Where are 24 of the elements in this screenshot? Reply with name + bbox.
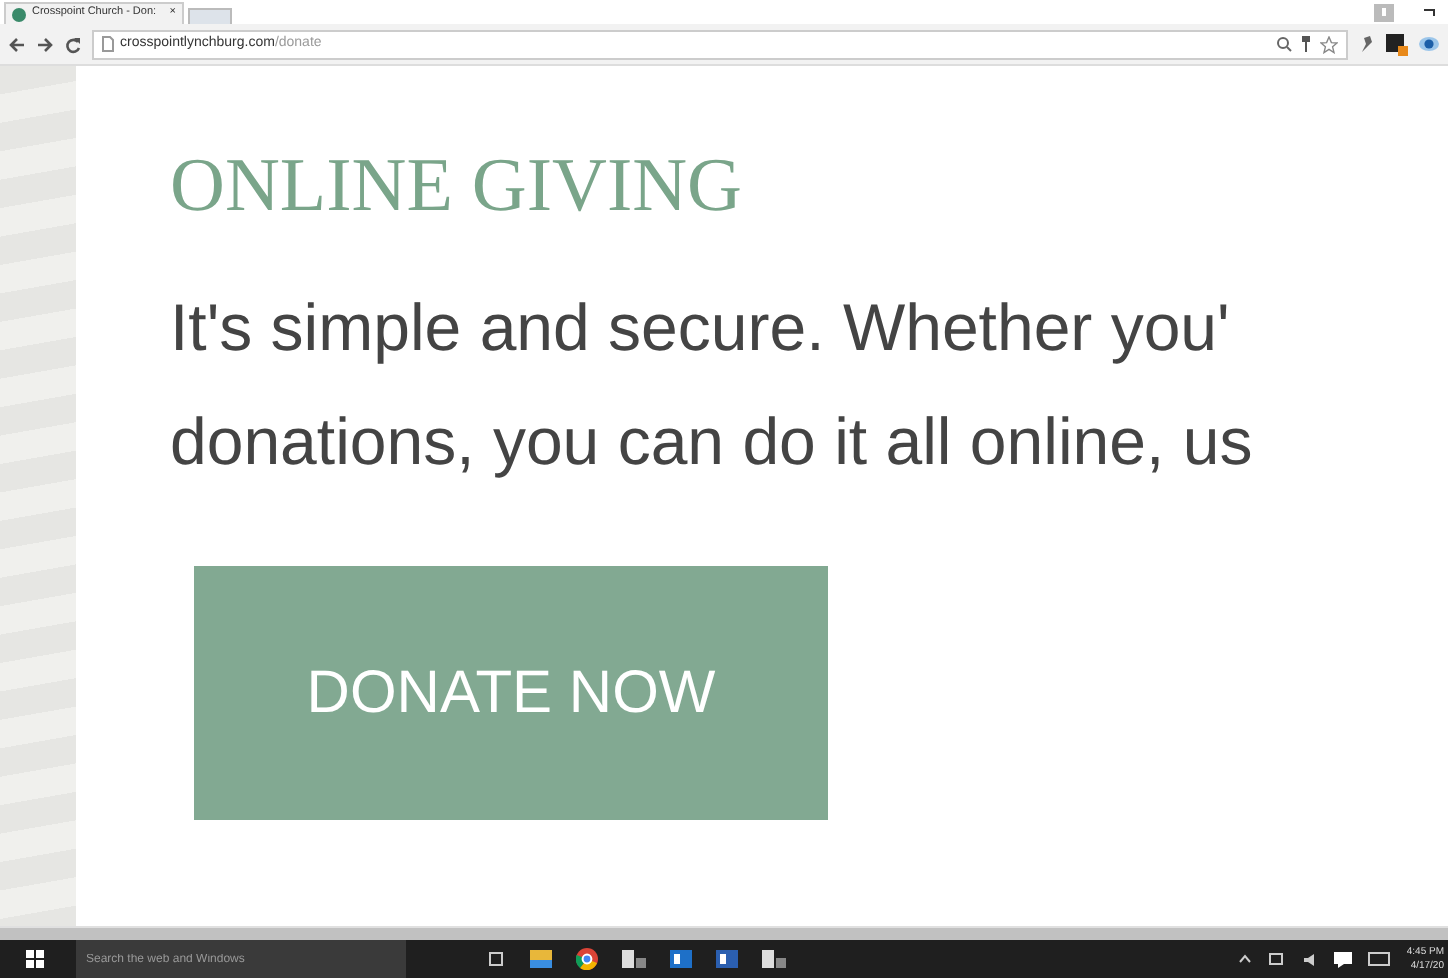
- back-icon[interactable]: [8, 35, 26, 53]
- notification-icon[interactable]: [1334, 951, 1353, 967]
- site-icon: [12, 7, 26, 21]
- zoom-icon[interactable]: [1276, 36, 1292, 52]
- page-icon: [102, 36, 114, 52]
- chrome-icon[interactable]: [576, 948, 598, 970]
- page-heading: ONLINE GIVING: [170, 142, 744, 232]
- task-view-icon[interactable]: [486, 952, 506, 966]
- windows-start-icon[interactable]: [26, 950, 44, 968]
- app-icon[interactable]: [622, 950, 646, 968]
- reload-icon[interactable]: [64, 35, 82, 53]
- horizontal-scrollbar[interactable]: [0, 926, 1448, 940]
- body-text-line: It's simple and secure. Whether you': [170, 287, 1232, 368]
- extension-icon[interactable]: [1386, 33, 1408, 55]
- star-icon[interactable]: [1320, 35, 1338, 53]
- app-icon[interactable]: [762, 950, 786, 968]
- volume-icon[interactable]: [1302, 952, 1319, 966]
- outlook-icon[interactable]: [670, 950, 692, 968]
- word-icon[interactable]: [716, 950, 738, 968]
- eye-icon[interactable]: [1418, 36, 1440, 52]
- forward-icon[interactable]: [36, 35, 54, 53]
- chevron-up-icon[interactable]: [1238, 954, 1253, 964]
- keyboard-icon[interactable]: [1368, 952, 1391, 966]
- body-text-line: donations, you can do it all online, us: [170, 401, 1255, 482]
